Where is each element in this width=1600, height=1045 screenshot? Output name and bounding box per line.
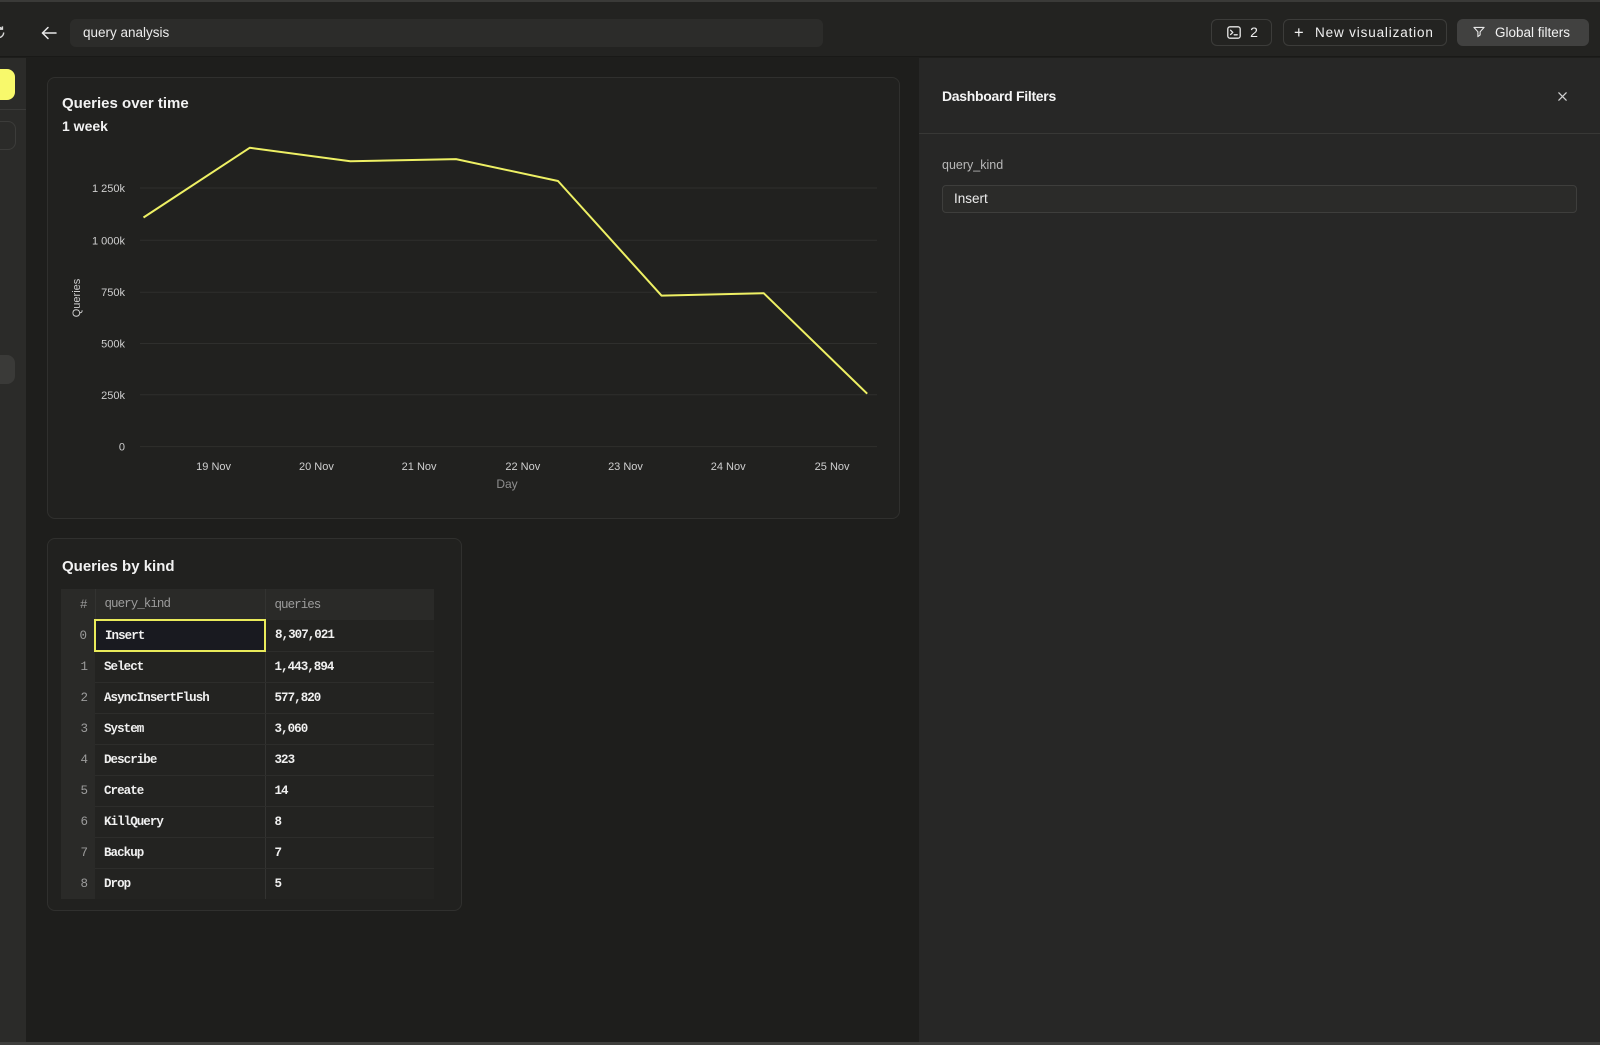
svg-text:25 Nov: 25 Nov (815, 461, 850, 473)
svg-text:23 Nov: 23 Nov (608, 461, 643, 473)
svg-text:22 Nov: 22 Nov (505, 461, 540, 473)
svg-text:21 Nov: 21 Nov (402, 461, 437, 473)
svg-text:500k: 500k (101, 339, 125, 351)
svg-text:750k: 750k (101, 287, 125, 299)
svg-text:Day: Day (496, 477, 517, 491)
svg-text:250k: 250k (101, 390, 125, 402)
svg-text:24 Nov: 24 Nov (711, 461, 746, 473)
svg-text:Queries: Queries (71, 278, 83, 317)
svg-text:1 000k: 1 000k (92, 235, 126, 247)
svg-text:0: 0 (119, 442, 125, 454)
svg-text:1 250k: 1 250k (92, 183, 126, 195)
svg-text:20 Nov: 20 Nov (299, 461, 334, 473)
svg-text:19 Nov: 19 Nov (196, 461, 231, 473)
